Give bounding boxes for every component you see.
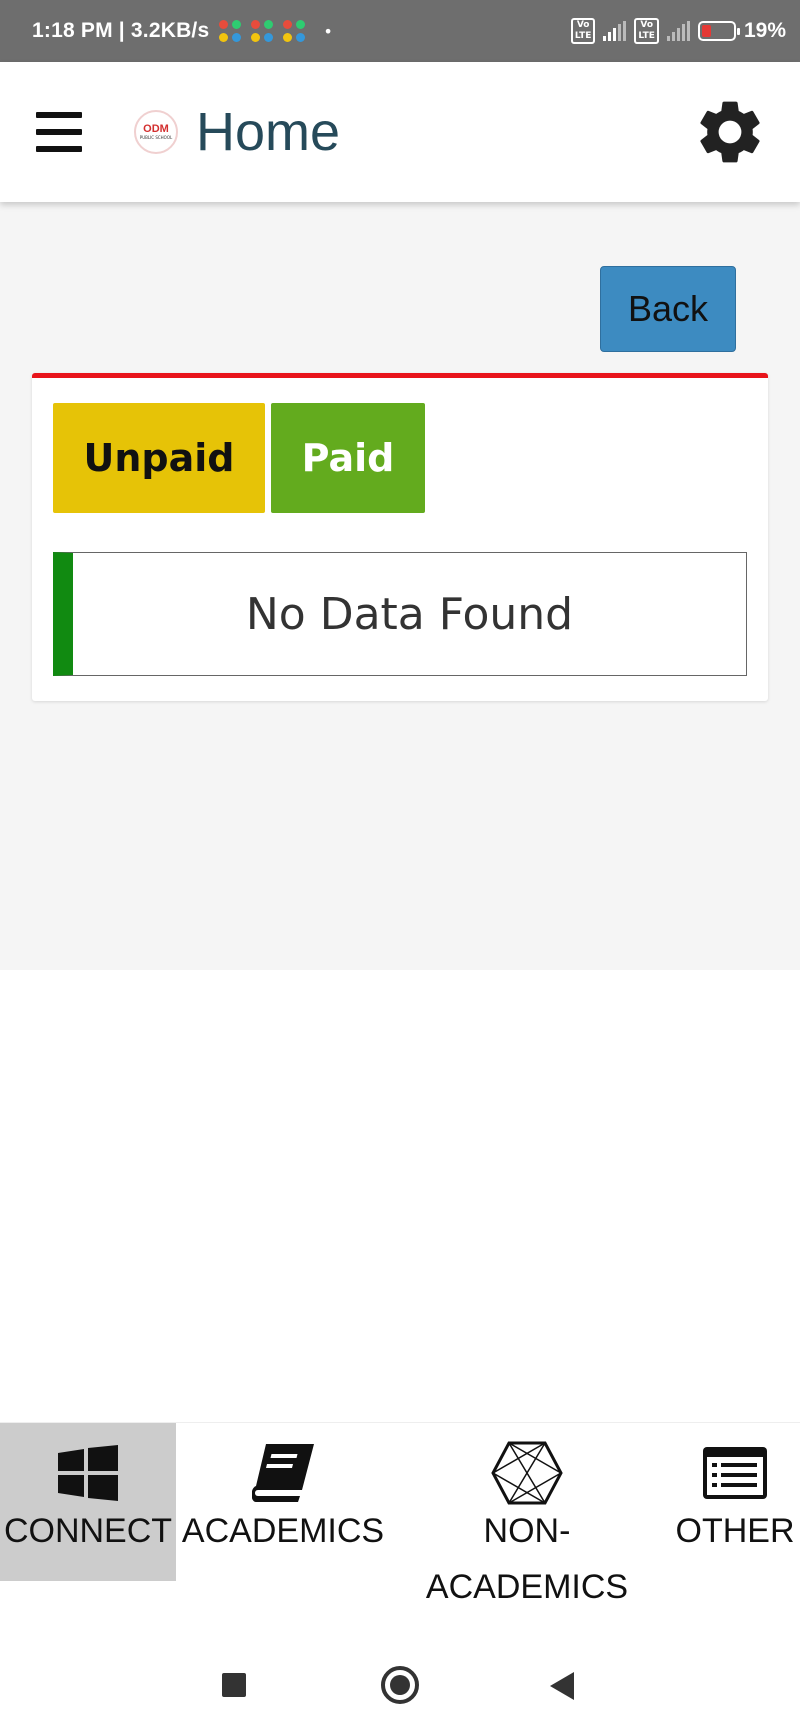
status-time: 1:18 PM | 3.2KB/s [32,19,210,42]
status-bar: 1:18 PM | 3.2KB/s • Vo LTE Vo LTE 19% [0,0,800,62]
tab-unpaid[interactable]: Unpaid [53,403,265,513]
logo-subtext: PUBLIC SCHOOL [139,135,173,140]
app-notification-icon [219,20,242,42]
logo-text: ODM [143,123,169,135]
signal-icon [603,21,627,41]
back-triangle-icon[interactable] [550,1672,574,1700]
app-notification-icon [251,20,274,42]
nav-other-label: OTHER [675,1512,795,1550]
nav-connect-label: CONNECT [3,1512,173,1550]
nav-academics-label: ACADEMICS [181,1512,385,1550]
tab-paid[interactable]: Paid [271,403,425,513]
nav-non-academics[interactable]: NON- ACADEMICS [420,1423,634,1615]
volte-icon: Vo LTE [634,18,659,44]
polyhedron-icon [491,1441,563,1505]
notification-icons [219,20,306,42]
empty-message: No Data Found [245,588,574,640]
signal-icon [666,21,690,41]
volte-icon: Vo LTE [570,18,596,44]
nav-other[interactable]: OTHER [670,1423,800,1559]
gear-icon[interactable] [692,94,768,170]
back-button[interactable]: Back [600,266,736,352]
page-title: Home [196,102,341,162]
home-circle-icon[interactable] [381,1666,419,1704]
nav-academics[interactable]: ACADEMICS [176,1423,390,1559]
app-bar: ODM PUBLIC SCHOOL Home [0,62,800,202]
recents-square-icon[interactable] [222,1673,246,1697]
school-logo: ODM PUBLIC SCHOOL [134,110,178,154]
empty-state: No Data Found [53,552,747,676]
main-content: Back Unpaid Paid No Data Found [0,202,800,970]
battery-fill [701,25,711,37]
battery-icon [697,21,740,41]
system-navigation-bar [0,1639,800,1734]
battery-percent: 19% [743,19,786,42]
hamburger-icon[interactable] [36,112,82,152]
list-icon [703,1443,767,1503]
nav-non-academics-label: NON- ACADEMICS [425,1512,629,1606]
fee-tabs: Unpaid Paid [53,403,425,513]
fee-card: Unpaid Paid No Data Found [32,373,768,701]
windows-icon [58,1443,118,1503]
bottom-navigation: CONNECT ACADEMICS NON- ACADEMICS OTHER [0,1422,800,1639]
nav-connect[interactable]: CONNECT [0,1423,176,1581]
more-notifications-dot: • [323,21,333,41]
status-right: Vo LTE Vo LTE 19% [570,18,786,44]
app-notification-icon [283,20,306,42]
book-icon [252,1443,314,1503]
